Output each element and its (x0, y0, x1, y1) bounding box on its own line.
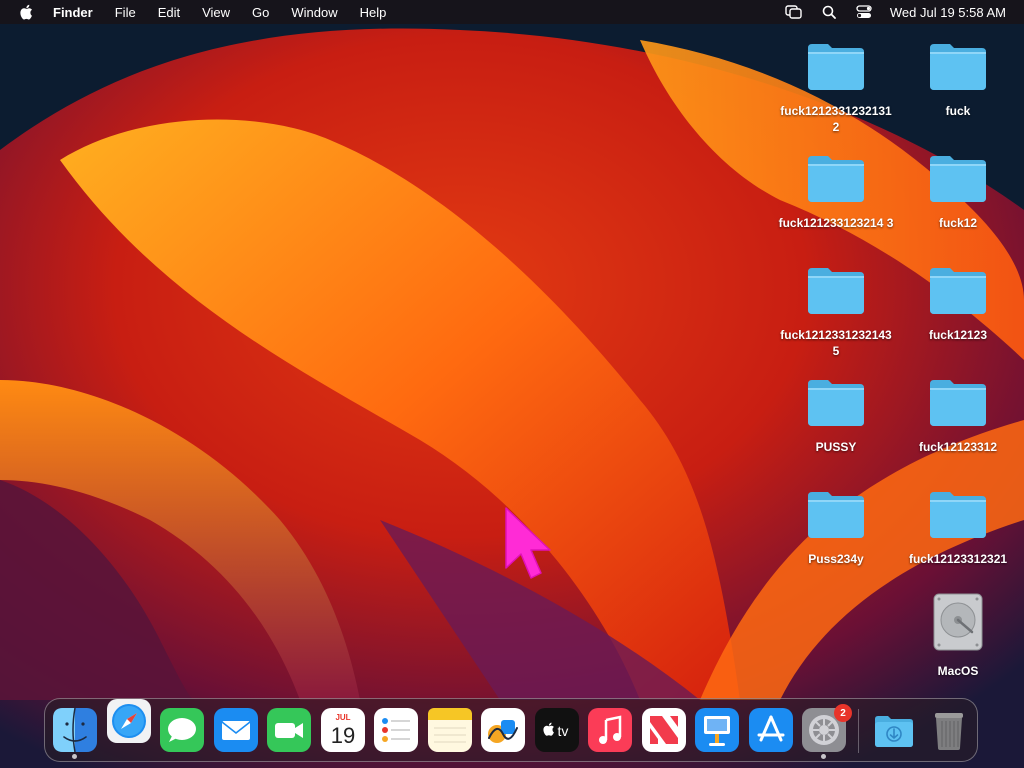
desktop-drive[interactable]: MacOS (899, 592, 1017, 679)
dock-safari[interactable] (106, 699, 151, 743)
dock: JUL 19 tv 2 (44, 698, 978, 762)
folder-icon (806, 152, 866, 209)
trash-icon (935, 713, 963, 750)
folder-icon (928, 264, 988, 321)
desktop-folder[interactable]: fuck12 (899, 152, 1017, 231)
desktop-item-label: fuck12123312321312 (780, 104, 892, 134)
svg-text:JUL: JUL (335, 713, 350, 722)
news-icon (641, 708, 686, 752)
safari-icon (106, 699, 151, 743)
folder-icon (806, 376, 866, 433)
dock-app-store[interactable] (748, 708, 793, 752)
desktop-folder[interactable]: fuck12123 (899, 264, 1017, 343)
apple-tv-icon: tv (534, 708, 579, 752)
folder-icon (806, 264, 866, 321)
desktop-item-label: fuck12 (938, 216, 978, 230)
desktop-folder[interactable]: fuck12123312 (899, 376, 1017, 455)
desktop-item-label: fuck12123 (928, 328, 988, 342)
running-indicator (821, 754, 826, 759)
screen-mirroring-icon[interactable] (785, 4, 803, 20)
control-center-icon[interactable] (855, 4, 873, 20)
menu-bar: Finder File Edit View Go Window Help Wed… (0, 0, 1024, 24)
desktop-item-label: fuck (945, 104, 971, 118)
menu-go[interactable]: Go (252, 5, 269, 20)
dock-mail[interactable] (213, 708, 258, 752)
desktop-folder[interactable]: PUSSY (777, 376, 895, 455)
running-indicator (72, 754, 77, 759)
desktop-folder[interactable]: fuck12123312321435 (777, 264, 895, 359)
desktop-item-label: Puss234y (808, 552, 864, 566)
music-icon (588, 708, 632, 752)
dock-divider (858, 709, 859, 753)
svg-text:tv: tv (557, 723, 568, 739)
folder-icon (928, 40, 988, 97)
dock-freeform[interactable] (481, 708, 525, 752)
desktop-folder[interactable]: fuck (899, 40, 1017, 119)
desktop-folder[interactable]: Puss234y (777, 488, 895, 567)
menu-edit[interactable]: Edit (158, 5, 180, 20)
desktop-item-label: fuck12123312 (918, 440, 998, 454)
folder-icon (806, 40, 866, 97)
desktop-item-label: PUSSY (815, 440, 857, 454)
menu-file[interactable]: File (115, 5, 136, 20)
notification-badge: 2 (834, 704, 852, 722)
desktop-folder[interactable]: fuck121233123214 3 (777, 152, 895, 231)
menu-view[interactable]: View (202, 5, 230, 20)
dock-finder[interactable] (53, 708, 97, 759)
mouse-cursor-icon (505, 507, 551, 579)
desktop-item-label: fuck12123312321 (908, 552, 1008, 566)
menu-window[interactable]: Window (291, 5, 337, 20)
dock-trash[interactable] (927, 708, 971, 752)
calendar-icon: JUL19 (320, 708, 365, 752)
downloads-folder-icon (875, 716, 913, 747)
facetime-icon (267, 708, 311, 752)
dock-keynote[interactable] (695, 708, 739, 752)
folder-icon (928, 152, 988, 209)
messages-icon (160, 708, 204, 752)
dock-reminders[interactable] (374, 708, 418, 752)
app-store-icon (748, 708, 793, 752)
dock-system-settings[interactable]: 2 (802, 704, 852, 759)
desktop-folder[interactable]: fuck12123312321312 (777, 40, 895, 135)
desktop-item-label: fuck12123312321435 (780, 328, 892, 358)
mail-icon (213, 708, 258, 752)
spotlight-search-icon[interactable] (820, 4, 838, 20)
desktop-item-label: MacOS (937, 664, 979, 678)
desktop-folder[interactable]: fuck12123312321 (899, 488, 1017, 567)
dock-calendar[interactable]: JUL 19 (320, 708, 365, 752)
freeform-icon (481, 708, 525, 752)
folder-icon (806, 488, 866, 545)
svg-text:19: 19 (330, 723, 354, 748)
hard-drive-icon (928, 592, 988, 657)
desktop-item-label: fuck121233123214 3 (778, 216, 894, 230)
app-menu-finder[interactable]: Finder (53, 5, 93, 20)
finder-icon (53, 708, 97, 752)
dock-tv[interactable]: tv (534, 708, 579, 752)
dock-notes[interactable] (427, 708, 472, 752)
dock-facetime[interactable] (267, 708, 311, 752)
keynote-icon (695, 708, 739, 752)
apple-menu-icon[interactable] (18, 4, 34, 20)
dock-messages[interactable] (160, 708, 204, 752)
dock-downloads[interactable] (872, 708, 916, 752)
reminders-icon (374, 708, 418, 752)
notes-icon (427, 708, 472, 752)
dock-news[interactable] (641, 708, 686, 752)
menu-help[interactable]: Help (360, 5, 387, 20)
menu-bar-clock[interactable]: Wed Jul 19 5:58 AM (890, 5, 1006, 20)
dock-music[interactable] (588, 708, 632, 752)
folder-icon (928, 376, 988, 433)
folder-icon (928, 488, 988, 545)
